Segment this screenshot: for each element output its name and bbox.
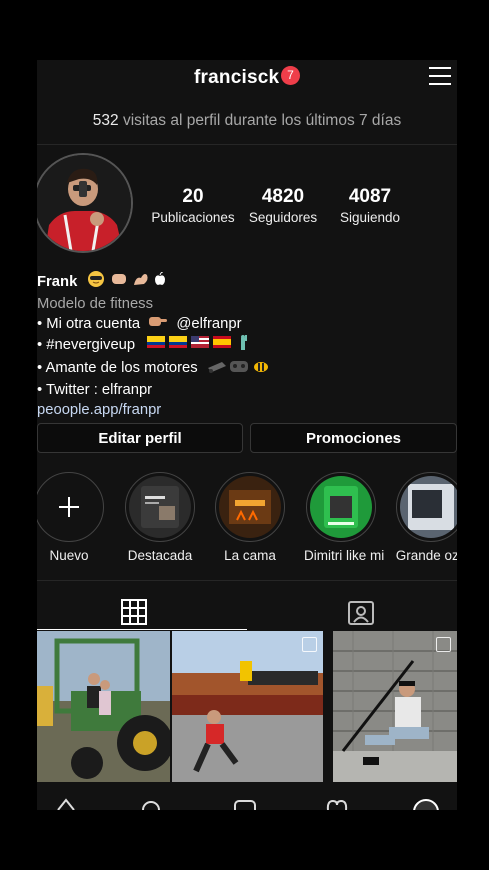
multiple-posts-icon	[302, 637, 317, 652]
edit-profile-button[interactable]: Editar perfil	[37, 423, 243, 453]
highlight-thumbnail	[310, 476, 372, 538]
highlight-thumbnail	[129, 476, 191, 538]
home-icon[interactable]	[56, 798, 76, 810]
posts-grid	[37, 631, 457, 792]
highlight-thumbnail	[400, 476, 457, 538]
divider	[37, 580, 457, 581]
stat-followers[interactable]: 4820 Seguidores	[240, 186, 326, 225]
promotions-button[interactable]: Promociones	[250, 423, 457, 453]
highlight-label: Nuevo	[49, 548, 89, 563]
followers-label: Seguidores	[248, 210, 318, 225]
bottom-navigation-icons	[37, 798, 457, 810]
new-highlight-ring	[37, 472, 104, 542]
category-label: Modelo de fitness	[37, 296, 153, 312]
bio-mention[interactable]: @elfranpr	[176, 316, 241, 332]
following-count: 4087	[348, 186, 392, 207]
divider	[37, 144, 457, 145]
tab-tagged[interactable]	[348, 599, 374, 630]
tab-grid[interactable]	[121, 599, 147, 630]
bio-line-1: • Mi otra cuenta	[37, 316, 141, 332]
emoji-sunglasses-icon	[87, 270, 105, 294]
bio-section: Frank Modelo de fitness • Mi otra cuenta…	[37, 270, 457, 420]
bio-line-3: • Amante de los motores	[37, 360, 198, 376]
highlight-new[interactable]: Nuevo	[37, 472, 106, 563]
content-tabs	[37, 587, 457, 631]
stat-following[interactable]: 4087 Siguiendo	[330, 186, 410, 225]
display-name: Frank	[37, 273, 78, 290]
heart-icon[interactable]	[325, 798, 349, 810]
profile-tab-avatar-icon[interactable]	[412, 798, 440, 810]
posts-count: 20	[182, 186, 204, 207]
highlight-thumbnail	[219, 476, 281, 538]
highlight-grande-ozu[interactable]: Grande ozu	[394, 472, 457, 563]
emoji-flexed-biceps-icon	[132, 270, 150, 294]
bio-hashtag[interactable]: • #nevergiveup	[37, 337, 135, 353]
highlight-label: La cama	[224, 548, 276, 563]
top-bar: francisck 7	[37, 60, 457, 94]
flag-icons	[147, 334, 257, 356]
post-thumbnail[interactable]	[172, 631, 323, 782]
bio-website-link[interactable]: peoople.app/franpr	[37, 400, 457, 420]
post-thumbnail[interactable]	[333, 631, 457, 782]
plus-icon	[59, 497, 79, 517]
avatar[interactable]	[37, 153, 133, 253]
add-post-icon[interactable]	[233, 798, 257, 810]
visits-count: 532	[92, 112, 119, 129]
visits-text: visitas al perfil durante los últimos 7 …	[122, 112, 402, 129]
highlight-dimitri[interactable]: Dimitri like mi	[304, 472, 385, 563]
stat-posts[interactable]: 20 Publicaciones	[149, 186, 237, 225]
highlight-label: Grande ozu	[395, 548, 457, 563]
emoji-fist-icon	[110, 270, 128, 294]
posts-label: Publicaciones	[151, 210, 235, 225]
profile-screen: francisck 7 532 visitas al perfil durant…	[37, 60, 457, 810]
active-tab-indicator	[37, 629, 247, 630]
emoji-motor-icons	[206, 356, 272, 380]
following-label: Siguiendo	[339, 210, 401, 225]
highlight-la-cama[interactable]: La cama	[213, 472, 287, 563]
username-title[interactable]: francisck	[194, 67, 279, 89]
bio-twitter: • Twitter : elfranpr	[37, 382, 153, 399]
highlight-destacada[interactable]: Destacada	[123, 472, 197, 563]
post-thumbnail[interactable]	[37, 631, 170, 782]
search-icon[interactable]	[141, 798, 161, 810]
profile-visits-banner[interactable]: 532 visitas al perfil durante los último…	[37, 112, 457, 130]
emoji-pointing-hand-icon	[148, 314, 168, 334]
highlight-label: Dimitri like mi	[304, 548, 385, 563]
multiple-posts-icon	[436, 637, 451, 652]
hamburger-menu-icon[interactable]	[429, 67, 451, 85]
followers-count: 4820	[261, 186, 305, 207]
notification-badge[interactable]: 7	[281, 66, 300, 85]
tagged-person-icon	[348, 601, 374, 625]
grid-icon	[121, 599, 147, 625]
highlight-label: Destacada	[127, 548, 193, 563]
apple-logo-icon	[154, 271, 166, 292]
